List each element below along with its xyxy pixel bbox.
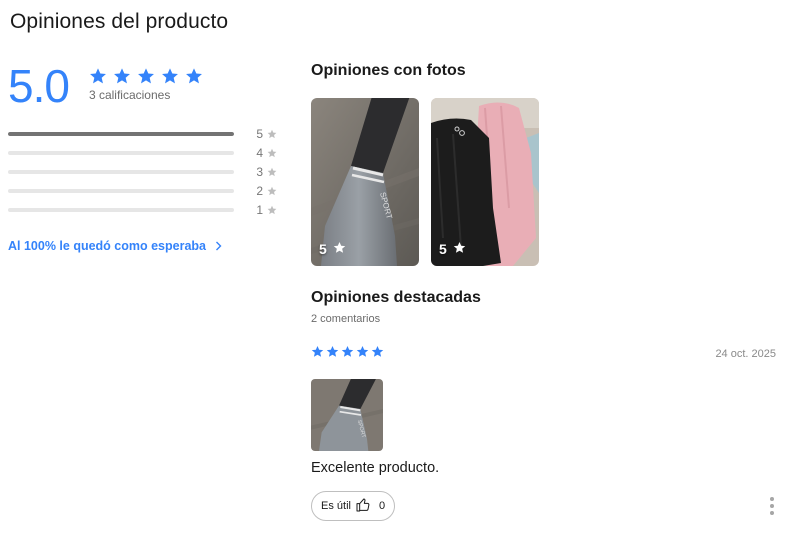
star-icon — [311, 345, 324, 363]
star-icon — [267, 148, 277, 158]
distribution-row: 5 — [8, 124, 288, 143]
useful-label: Es útil — [321, 500, 351, 512]
rating-summary: 5.0 3 calificaciones 5 4 3 2 1 Al 100% l… — [8, 62, 288, 253]
comments-count: 2 comentarios — [311, 313, 381, 325]
score-meta: 3 calificaciones — [89, 67, 203, 102]
distribution-label: 5 — [256, 126, 263, 141]
photo-rating-badge: 5 — [319, 241, 346, 257]
distribution-label: 2 — [256, 183, 263, 198]
useful-count: 0 — [378, 500, 386, 512]
chevron-right-icon — [215, 241, 222, 251]
thumbs-up-icon — [355, 497, 371, 516]
star-icon — [267, 167, 277, 177]
star-icon — [137, 67, 155, 85]
distribution-bar — [8, 207, 234, 212]
reviews-column: Opiniones con fotos SPORT 5 5 Opiniones … — [311, 62, 781, 521]
review-photo-gray-sock[interactable]: SPORT 5 — [311, 98, 419, 266]
star-icon — [89, 67, 107, 85]
star-icon — [267, 186, 277, 196]
review-stars — [311, 345, 384, 363]
review-photos: SPORT 5 5 — [311, 98, 781, 266]
distribution-bar-fill — [8, 131, 234, 136]
star-icon — [333, 241, 346, 257]
distribution-bar — [8, 150, 234, 155]
distribution-label: 3 — [256, 164, 263, 179]
distribution-label: 4 — [256, 145, 263, 160]
average-rating: 5.0 — [8, 60, 70, 112]
star-icon — [453, 241, 466, 257]
photo-rating: 5 — [439, 241, 447, 257]
review-photo-black-pink-socks[interactable]: 5 — [431, 98, 539, 266]
distribution-bar — [8, 131, 234, 136]
review-text: Excelente producto. — [311, 460, 440, 476]
review-photo-thumbnail[interactable]: SPORT — [311, 379, 383, 451]
review-header: 24 oct. 2025 — [311, 345, 776, 363]
review-card: 24 oct. 2025 SPORT Excelente producto. E… — [311, 345, 776, 521]
distribution-row: 4 — [8, 143, 288, 162]
average-stars — [89, 67, 203, 85]
photo-rating-badge: 5 — [439, 241, 466, 257]
star-icon — [267, 129, 277, 139]
star-icon — [371, 345, 384, 363]
distribution-row: 2 — [8, 181, 288, 200]
distribution-row: 1 — [8, 200, 288, 219]
photo-rating: 5 — [319, 241, 327, 257]
star-icon — [113, 67, 131, 85]
fit-expectation-text: Al 100% le quedó como esperaba — [8, 239, 206, 253]
distribution-bar — [8, 188, 234, 193]
star-icon — [341, 345, 354, 363]
star-icon — [185, 67, 203, 85]
distribution-bar — [8, 169, 234, 174]
photos-section-title: Opiniones con fotos — [311, 62, 466, 79]
star-icon — [267, 205, 277, 215]
review-footer: Es útil 0 — [311, 491, 776, 521]
star-icon — [326, 345, 339, 363]
gray-sock-thumbnail-image: SPORT — [311, 379, 383, 451]
rating-distribution: 5 4 3 2 1 — [8, 124, 288, 219]
useful-button[interactable]: Es útil 0 — [311, 491, 396, 521]
more-options-icon[interactable] — [762, 493, 782, 519]
reviews-page: Opiniones del producto 5.0 3 calificacio… — [0, 0, 790, 542]
star-icon — [356, 345, 369, 363]
star-icon — [161, 67, 179, 85]
distribution-label: 1 — [256, 202, 263, 217]
featured-section-title: Opiniones destacadas — [311, 289, 481, 306]
review-date: 24 oct. 2025 — [715, 348, 776, 360]
page-title: Opiniones del producto — [10, 10, 229, 33]
score-row: 5.0 3 calificaciones — [8, 62, 288, 110]
ratings-count: 3 calificaciones — [88, 88, 171, 102]
distribution-row: 3 — [8, 162, 288, 181]
featured-reviews: Opiniones destacadas 2 comentarios 24 oc… — [311, 289, 781, 521]
fit-expectation-link[interactable]: Al 100% le quedó como esperaba — [8, 239, 288, 253]
